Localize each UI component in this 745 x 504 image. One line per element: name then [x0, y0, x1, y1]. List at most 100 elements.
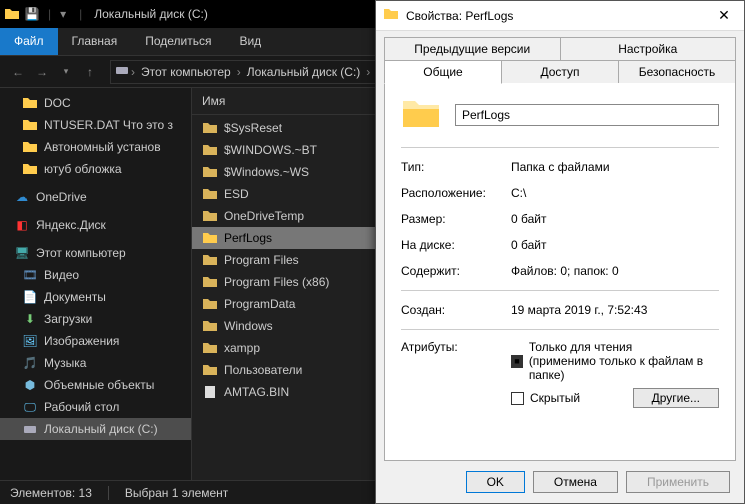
tab-previous-versions[interactable]: Предыдущие версии — [384, 37, 561, 61]
file-item-label: $WINDOWS.~BT — [224, 143, 317, 157]
sidebar-item[interactable]: 🖵Рабочий стол — [0, 396, 191, 418]
file-item-label: Windows — [224, 319, 273, 333]
folder-large-icon — [401, 97, 441, 133]
sidebar-yandex[interactable]: ◧ Яндекс.Диск — [0, 214, 191, 236]
sidebar-item-label: Объемные объекты — [44, 378, 154, 392]
sidebar-item-label: DOC — [44, 96, 71, 110]
folder-icon — [202, 120, 218, 136]
sidebar-item-label: Загрузки — [44, 312, 92, 326]
music-icon: 🎵 — [22, 355, 38, 371]
dialog-buttons: OK Отмена Применить — [376, 461, 744, 503]
3d-icon: ⬢ — [22, 377, 38, 393]
sidebar-item[interactable]: Автономный установ — [0, 136, 191, 158]
properties-dialog: Свойства: PerfLogs ✕ Предыдущие версии Н… — [375, 0, 745, 504]
file-item-label: xampp — [224, 341, 260, 355]
sidebar-item[interactable]: 🎞Видео — [0, 264, 191, 286]
label-hidden: Скрытый — [530, 391, 580, 405]
file-item-label: Пользователи — [224, 363, 302, 377]
forward-button[interactable]: → — [30, 60, 54, 84]
tab-home[interactable]: Главная — [58, 28, 132, 55]
history-dropdown[interactable]: ▾ — [54, 60, 78, 84]
dropdown-icon[interactable]: ▾ — [55, 6, 71, 22]
sidebar-item-label: Автономный установ — [44, 140, 161, 154]
crumb-pc[interactable]: Этот компьютер — [137, 65, 235, 79]
disk-icon — [115, 64, 129, 79]
sidebar-item-label: OneDrive — [36, 190, 87, 204]
sidebar-item-label: Локальный диск (C:) — [44, 422, 158, 436]
sidebar-item[interactable]: ⬢ Объемные объекты — [0, 374, 191, 396]
cancel-button[interactable]: Отмена — [533, 471, 618, 493]
sidebar-item-label: Яндекс.Диск — [36, 218, 106, 232]
ok-button[interactable]: OK — [466, 471, 525, 493]
folder-icon — [202, 318, 218, 334]
checkbox-hidden[interactable] — [511, 392, 524, 405]
value-size: 0 байт — [511, 212, 546, 226]
tab-view[interactable]: Вид — [225, 28, 275, 55]
dialog-titlebar[interactable]: Свойства: PerfLogs ✕ — [376, 1, 744, 31]
label-readonly-note: (применимо только к файлам в папке) — [529, 354, 703, 382]
folder-icon — [202, 362, 218, 378]
sidebar-item[interactable]: 🎵Музыка — [0, 352, 191, 374]
file-item-label: $Windows.~WS — [224, 165, 309, 179]
value-created: 19 марта 2019 г., 7:52:43 — [511, 303, 647, 317]
checkbox-readonly[interactable]: ■ — [511, 355, 523, 368]
tab-general[interactable]: Общие — [384, 60, 502, 84]
tab-sharing[interactable]: Доступ — [501, 60, 619, 84]
file-icon — [202, 384, 218, 400]
file-item-label: ProgramData — [224, 297, 295, 311]
crumb-disk[interactable]: Локальный диск (C:) — [243, 65, 365, 79]
folder-icon — [22, 95, 38, 111]
folder-icon — [22, 117, 38, 133]
file-item-label: $SysReset — [224, 121, 282, 135]
folder-name-input[interactable] — [455, 104, 719, 126]
value-location: C:\ — [511, 186, 526, 200]
dialog-title: Свойства: PerfLogs — [406, 9, 704, 23]
folder-icon — [22, 161, 38, 177]
cloud-icon: ☁ — [14, 189, 30, 205]
sidebar-item[interactable]: 📄Документы — [0, 286, 191, 308]
save-icon[interactable]: 💾 — [24, 6, 40, 22]
tab-security[interactable]: Безопасность — [618, 60, 736, 84]
chevron-right-icon[interactable]: › — [235, 65, 243, 79]
value-type: Папка с файлами — [511, 160, 610, 174]
sidebar-item-label: Рабочий стол — [44, 400, 119, 414]
folder-icon — [202, 296, 218, 312]
dialog-tabs: Предыдущие версии Настройка Общие Доступ… — [376, 31, 744, 84]
folder-icon — [384, 8, 400, 24]
folder-icon — [202, 340, 218, 356]
close-button[interactable]: ✕ — [704, 1, 744, 31]
sidebar-item[interactable]: 🖼Изображения — [0, 330, 191, 352]
status-count: Элементов: 13 — [10, 486, 92, 500]
label-size: Размер: — [401, 212, 511, 226]
file-item-label: Program Files (x86) — [224, 275, 329, 289]
back-button[interactable]: ← — [6, 60, 30, 84]
up-button[interactable]: ↑ — [78, 60, 102, 84]
sidebar-item[interactable]: ⬇Загрузки — [0, 308, 191, 330]
folder-icon — [202, 164, 218, 180]
tab-customize[interactable]: Настройка — [560, 37, 737, 61]
advanced-button[interactable]: Другие... — [633, 388, 719, 408]
sidebar: DOC NTUSER.DAT Что это з Автономный уста… — [0, 88, 192, 480]
sidebar-item[interactable]: NTUSER.DAT Что это з — [0, 114, 191, 136]
label-created: Создан: — [401, 303, 511, 317]
chevron-right-icon[interactable]: › — [129, 65, 137, 79]
label-attributes: Атрибуты: — [401, 340, 511, 354]
label-type: Тип: — [401, 160, 511, 174]
folder-icon — [202, 230, 218, 246]
sidebar-pc[interactable]: 🖥 Этот компьютер — [0, 242, 191, 264]
label-contains: Содержит: — [401, 264, 511, 278]
sidebar-item-label: Этот компьютер — [36, 246, 126, 260]
pc-icon: 🖥 — [14, 245, 30, 261]
yandex-icon: ◧ — [14, 217, 30, 233]
folder-icon — [202, 274, 218, 290]
label-readonly: Только для чтения — [529, 340, 632, 354]
sidebar-item[interactable]: DOC — [0, 92, 191, 114]
sidebar-item[interactable]: Локальный диск (C:) — [0, 418, 191, 440]
sidebar-item[interactable]: ютуб обложка — [0, 158, 191, 180]
apply-button[interactable]: Применить — [626, 471, 730, 493]
folder-icon — [202, 252, 218, 268]
tab-share[interactable]: Поделиться — [131, 28, 225, 55]
chevron-right-icon[interactable]: › — [364, 65, 372, 79]
tab-file[interactable]: Файл — [0, 28, 58, 55]
sidebar-onedrive[interactable]: ☁ OneDrive — [0, 186, 191, 208]
